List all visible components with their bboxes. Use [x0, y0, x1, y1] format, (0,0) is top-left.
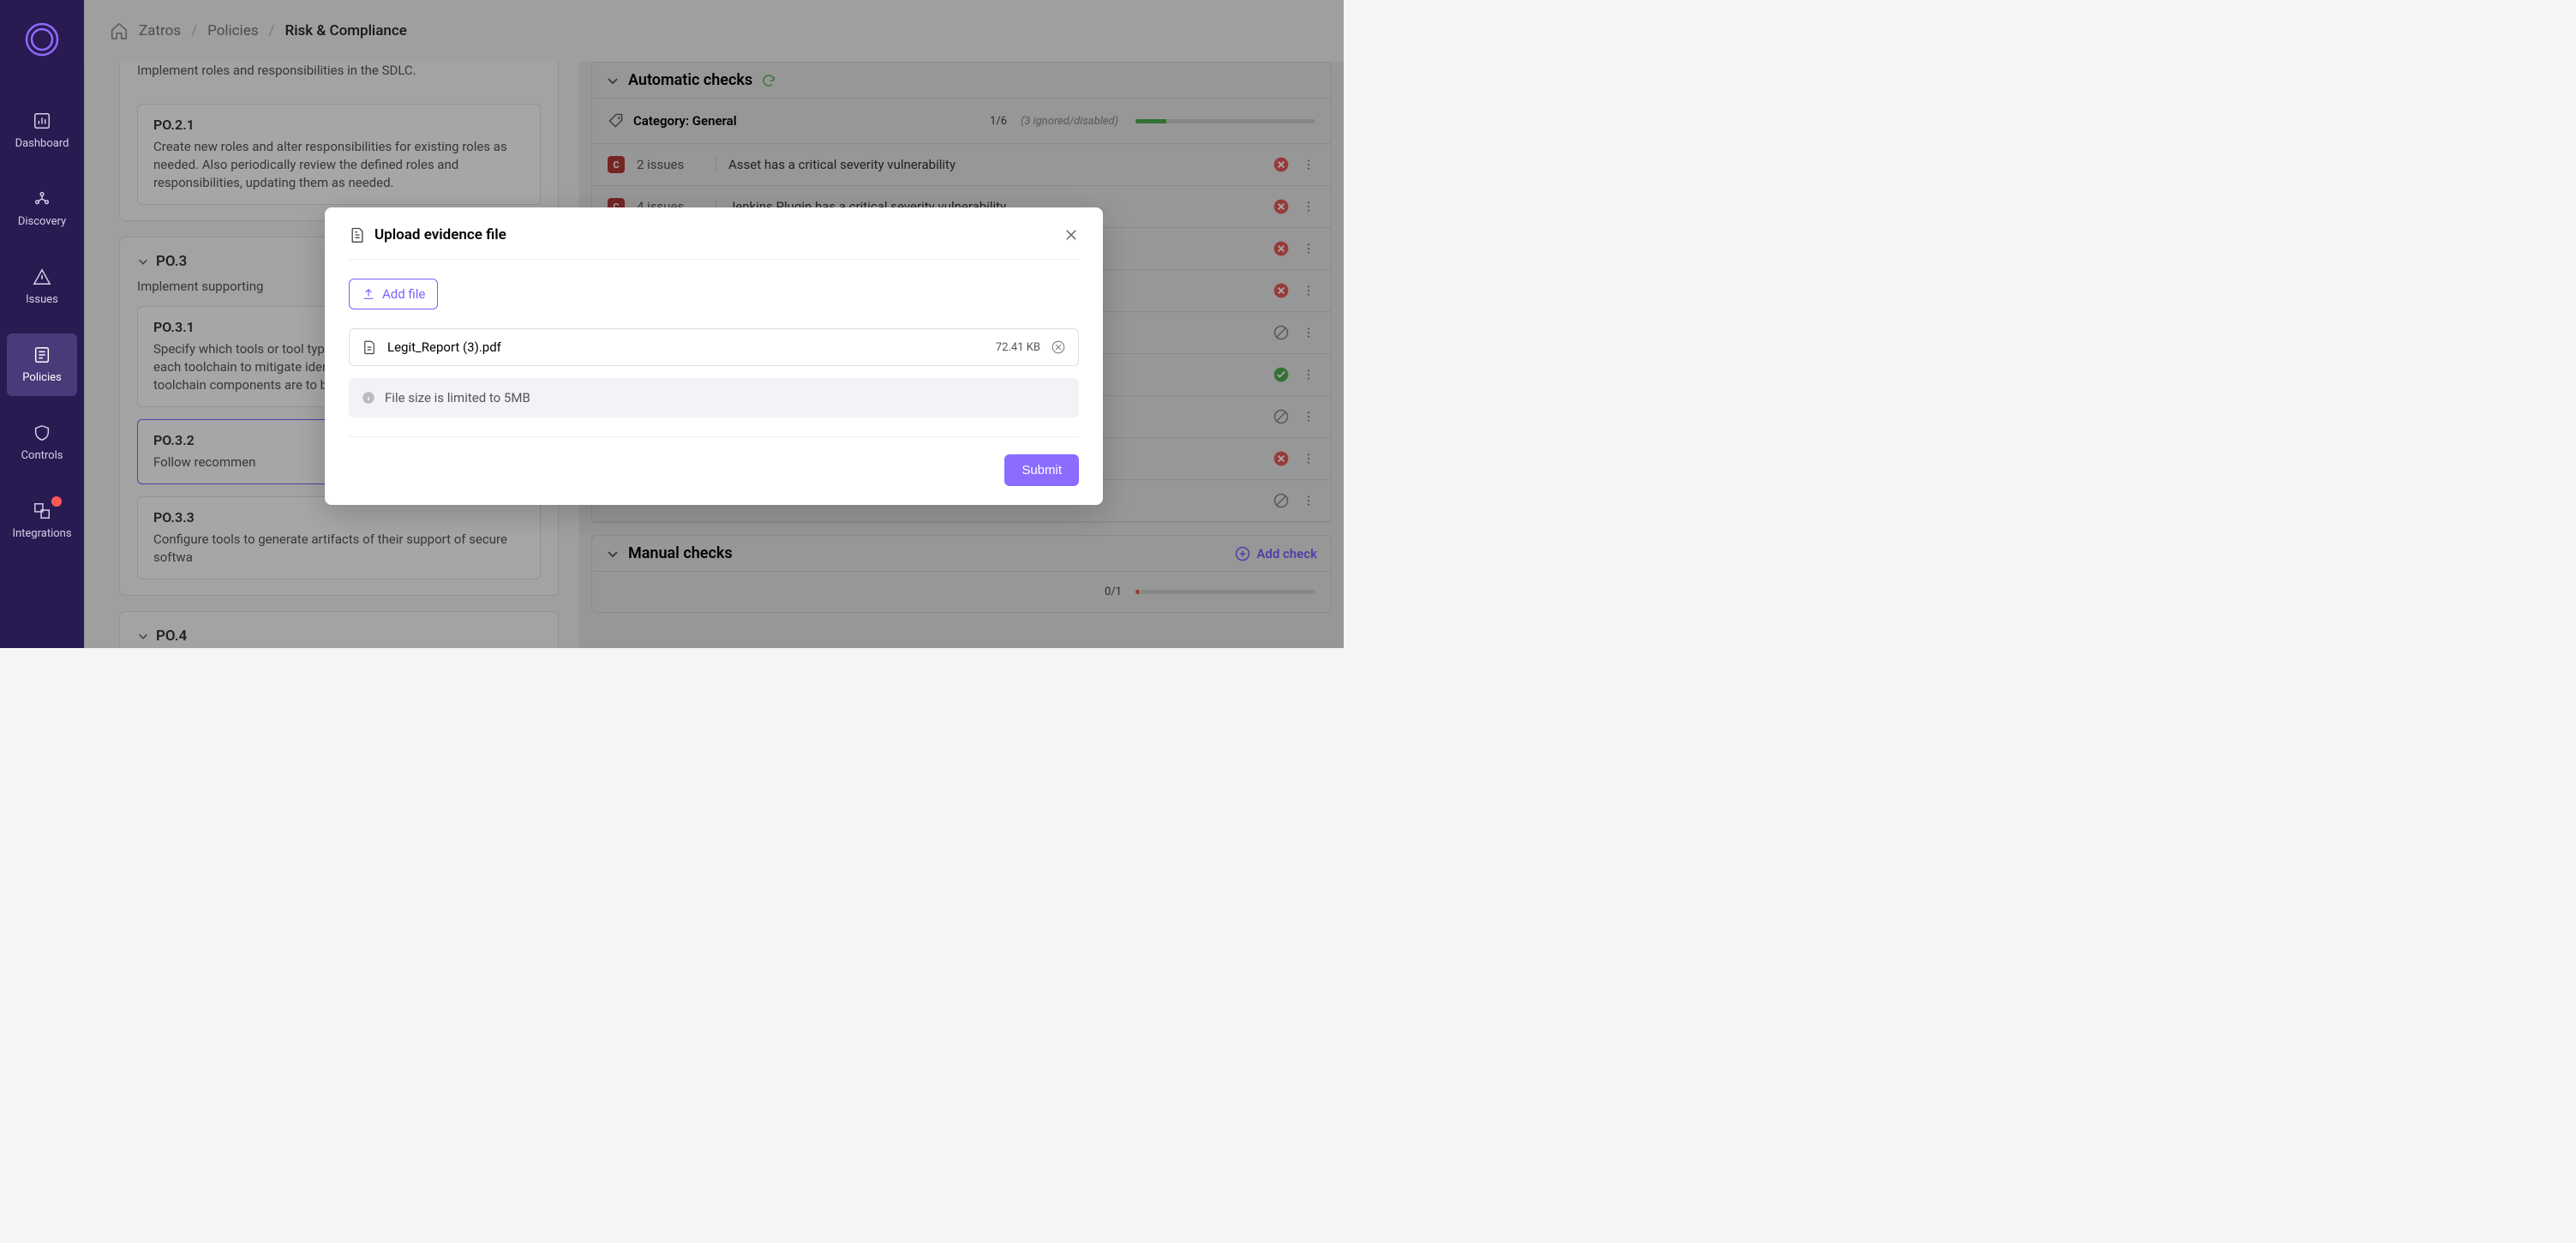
alert-badge — [51, 496, 62, 507]
info-icon — [361, 390, 376, 405]
close-icon[interactable] — [1063, 227, 1079, 243]
nav-integrations[interactable]: Integrations — [7, 489, 77, 552]
add-file-button[interactable]: Add file — [349, 279, 438, 309]
submit-button[interactable]: Submit — [1004, 454, 1079, 486]
modal-overlay[interactable]: Upload evidence file Add file Legit_Repo… — [84, 0, 1344, 648]
file-attachment: Legit_Report (3).pdf 72.41 KB — [349, 328, 1079, 366]
file-icon — [362, 339, 377, 355]
nav-controls[interactable]: Controls — [7, 411, 77, 474]
nav-label: Dashboard — [15, 137, 69, 150]
info-message: File size is limited to 5MB — [349, 378, 1079, 417]
nav-issues[interactable]: Issues — [7, 255, 77, 318]
nav-label: Issues — [26, 293, 58, 306]
nav-dashboard[interactable]: Dashboard — [7, 99, 77, 162]
upload-modal: Upload evidence file Add file Legit_Repo… — [325, 207, 1103, 505]
dashboard-icon — [33, 111, 51, 130]
modal-title: Upload evidence file — [374, 226, 1055, 243]
nav-label: Discovery — [18, 215, 66, 228]
logo — [23, 21, 61, 58]
remove-file-icon[interactable] — [1051, 339, 1066, 355]
file-size: 72.41 KB — [996, 341, 1040, 354]
integrations-icon — [33, 501, 51, 520]
sidebar: Dashboard Discovery Issues Policies Cont… — [0, 0, 84, 648]
upload-icon — [362, 287, 375, 301]
nav-discovery[interactable]: Discovery — [7, 177, 77, 240]
nav-policies[interactable]: Policies — [7, 333, 77, 396]
warning-icon — [33, 267, 51, 286]
file-name: Legit_Report (3).pdf — [387, 339, 985, 355]
nav-label: Integrations — [12, 527, 71, 540]
policies-icon — [33, 345, 51, 364]
file-icon — [349, 226, 366, 243]
nav-label: Policies — [22, 371, 61, 384]
nav-label: Controls — [21, 449, 63, 462]
shield-icon — [33, 423, 51, 442]
discovery-icon — [33, 189, 51, 208]
